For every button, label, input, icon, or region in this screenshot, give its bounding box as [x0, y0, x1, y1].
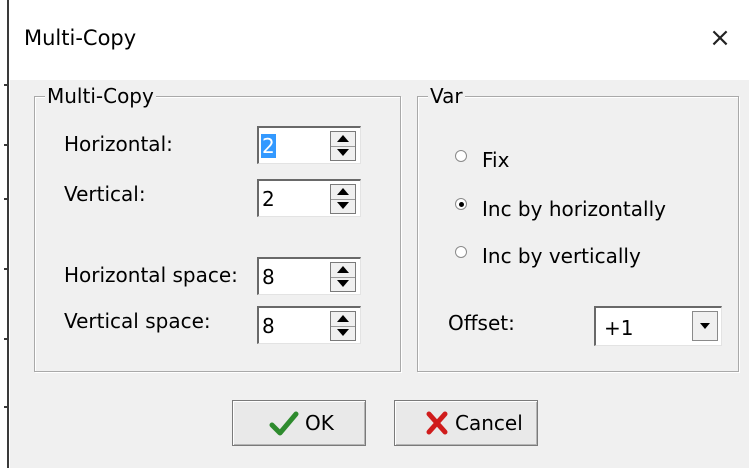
vertical-value[interactable]: 2 — [261, 187, 276, 211]
x-icon — [426, 411, 448, 435]
radio-inc-horizontally[interactable] — [455, 198, 467, 210]
vertical-spinner[interactable]: 2 — [257, 179, 361, 217]
spin-down-button[interactable] — [331, 199, 355, 213]
vertical-space-spinner[interactable]: 8 — [257, 306, 361, 344]
offset-dropdown[interactable]: +1 — [594, 306, 722, 346]
spin-up-button[interactable] — [331, 185, 355, 200]
close-icon[interactable]: × — [703, 20, 737, 56]
horizontal-spinner[interactable]: 2 — [257, 126, 361, 164]
title-bar[interactable]: Multi-Copy × — [10, 0, 749, 80]
horizontal-value[interactable]: 2 — [261, 134, 276, 158]
cancel-button-label: Cancel — [455, 411, 523, 435]
var-group-legend: Var — [428, 84, 465, 108]
cancel-button[interactable]: Cancel — [394, 400, 538, 446]
vertical-space-value[interactable]: 8 — [261, 314, 276, 338]
radio-selected-dot — [459, 202, 464, 207]
spin-up-button[interactable] — [331, 132, 355, 147]
vertical-label: Vertical: — [64, 182, 146, 206]
radio-inc-vertically[interactable] — [455, 246, 467, 258]
dialog-title: Multi-Copy — [24, 26, 137, 50]
var-option-inc-vertically-label[interactable]: Inc by vertically — [482, 244, 641, 268]
spin-arrows-icon[interactable] — [330, 262, 356, 292]
spin-down-button[interactable] — [331, 146, 355, 160]
vertical-space-label: Vertical space: — [64, 309, 211, 333]
background-window-edge — [0, 0, 10, 468]
ok-button-label: OK — [305, 411, 334, 435]
ok-button[interactable]: OK — [232, 400, 366, 446]
var-option-fix-label[interactable]: Fix — [482, 148, 509, 172]
horizontal-space-spinner[interactable]: 8 — [257, 257, 361, 295]
check-icon — [269, 411, 299, 436]
offset-label: Offset: — [448, 311, 515, 335]
spin-arrows-icon[interactable] — [330, 311, 356, 341]
spin-up-button[interactable] — [331, 263, 355, 278]
horizontal-label: Horizontal: — [64, 132, 173, 156]
horizontal-space-value[interactable]: 8 — [261, 265, 276, 289]
offset-value[interactable]: +1 — [604, 316, 633, 340]
spin-down-button[interactable] — [331, 277, 355, 291]
spin-down-button[interactable] — [331, 326, 355, 340]
var-option-inc-horizontally-label[interactable]: Inc by horizontally — [482, 197, 666, 221]
multi-copy-dialog: Multi-Copy × Multi-Copy Horizontal: 2 Ve… — [10, 0, 749, 468]
multi-copy-group-legend: Multi-Copy — [45, 84, 156, 108]
horizontal-space-label: Horizontal space: — [64, 263, 238, 287]
spin-arrows-icon[interactable] — [330, 184, 356, 214]
spin-arrows-icon[interactable] — [330, 131, 356, 161]
radio-fix[interactable] — [455, 150, 467, 162]
dropdown-arrow-icon[interactable] — [692, 311, 718, 341]
spin-up-button[interactable] — [331, 312, 355, 327]
